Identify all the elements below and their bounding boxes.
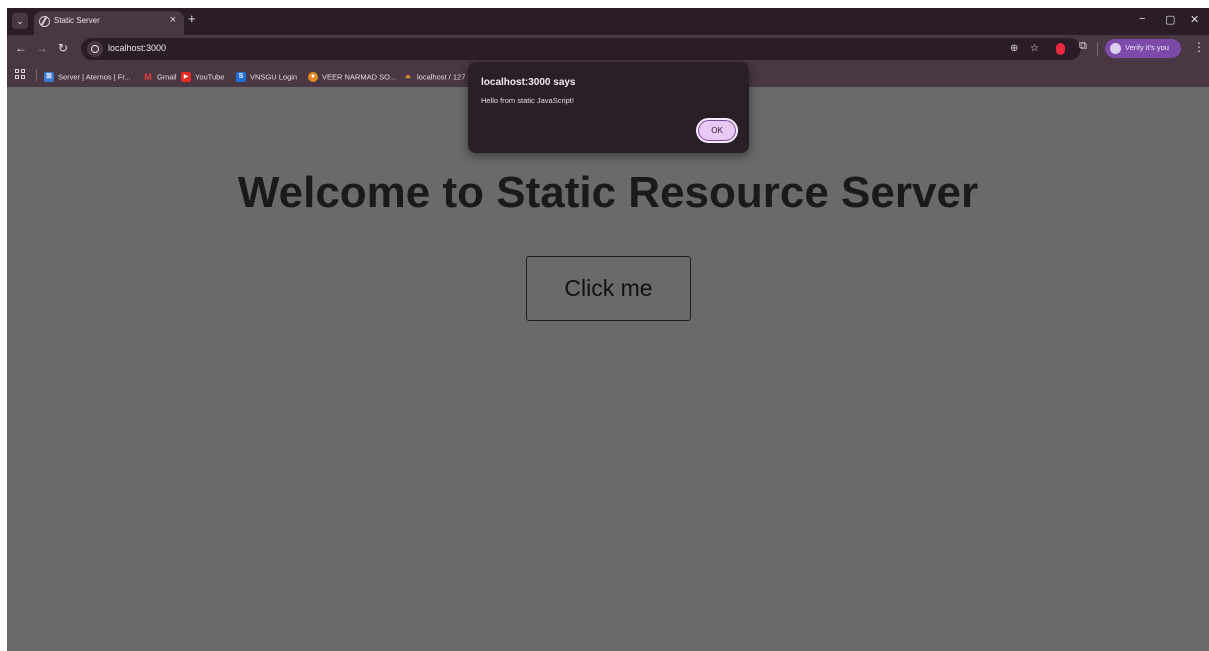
gmail-icon: M <box>144 71 152 82</box>
veer-narmad-icon: ● <box>308 71 318 82</box>
youtube-icon: ▶ <box>181 71 191 82</box>
address-url: localhost:3000 <box>108 43 167 53</box>
bookmark-label: VNSGU Login <box>250 72 298 82</box>
menu-icon[interactable]: ⋮ <box>1193 40 1205 54</box>
close-window-button[interactable]: ✕ <box>1190 13 1199 26</box>
site-info-icon[interactable] <box>87 41 103 57</box>
bookmark-label: YouTube <box>195 72 225 82</box>
bookmark-localhost[interactable]: ⩕ localhost / 127 <box>403 68 465 82</box>
back-button[interactable]: ← <box>15 41 27 55</box>
alert-title: localhost:3000 says <box>481 77 576 88</box>
reload-button[interactable]: ↻ <box>58 41 68 55</box>
phpmyadmin-icon: ⩕ <box>405 72 411 80</box>
browser-window: ⌄ Static Server × + − ▢ ✕ ← → ↻ localhos… <box>7 8 1209 651</box>
tab-close-icon[interactable]: × <box>170 14 176 26</box>
restore-button[interactable]: ▢ <box>1165 13 1175 26</box>
aternos-icon: ⊠ <box>44 71 54 82</box>
bookmark-youtube[interactable]: ▶ YouTube <box>181 68 224 82</box>
bookmark-label: Server | Aternos | Fr... <box>58 72 131 82</box>
avatar <box>1110 43 1121 54</box>
bookmark-label: localhost / 127 <box>417 72 466 82</box>
tab-title: Static Server <box>54 16 100 25</box>
bookmark-veer-narmad[interactable]: ● VEER NARMAD SO... <box>308 68 396 82</box>
profile-button[interactable]: Verify it's you <box>1105 39 1181 58</box>
bookmarks-divider <box>36 69 37 81</box>
bookmark-star-icon[interactable]: ☆ <box>1030 43 1039 54</box>
extensions-puzzle-icon[interactable]: ⧉ <box>1079 40 1087 53</box>
alert-message: Hello from static JavaScript! <box>481 96 574 105</box>
ok-button[interactable]: OK <box>696 118 738 143</box>
tab-static-server[interactable]: Static Server × <box>34 11 184 35</box>
bookmark-label: Gmail <box>157 72 177 82</box>
toolbar: ← → ↻ localhost:3000 ⊕ ☆ ⧉ Verify it's y… <box>7 35 1209 63</box>
vnsgu-icon: S <box>236 71 246 82</box>
profile-label: Verify it's you <box>1125 43 1169 52</box>
minimize-button[interactable]: − <box>1139 13 1145 25</box>
tab-search-icon[interactable]: ⌄ <box>12 13 28 29</box>
forward-button[interactable]: → <box>36 41 48 55</box>
bookmark-label: VEER NARMAD SO... <box>322 72 397 82</box>
apps-grid-icon[interactable] <box>15 69 26 80</box>
bookmark-aternos[interactable]: ⊠ Server | Aternos | Fr... <box>44 68 131 82</box>
bookmark-vnsgu[interactable]: S VNSGU Login <box>236 68 297 82</box>
toolbar-divider <box>1097 42 1098 56</box>
page-heading: Welcome to Static Resource Server <box>237 168 979 217</box>
alert-dialog: localhost:3000 says Hello from static Ja… <box>468 62 749 153</box>
zoom-icon[interactable]: ⊕ <box>1010 43 1018 54</box>
extension-icon[interactable] <box>1056 43 1065 55</box>
new-tab-button[interactable]: + <box>188 11 196 26</box>
bookmark-gmail[interactable]: M Gmail <box>143 68 177 82</box>
globe-icon <box>39 16 50 27</box>
click-me-button[interactable]: Click me <box>526 256 691 321</box>
address-bar[interactable]: localhost:3000 ⊕ ☆ <box>81 38 1081 60</box>
tab-strip: ⌄ Static Server × + − ▢ ✕ <box>7 8 1209 35</box>
